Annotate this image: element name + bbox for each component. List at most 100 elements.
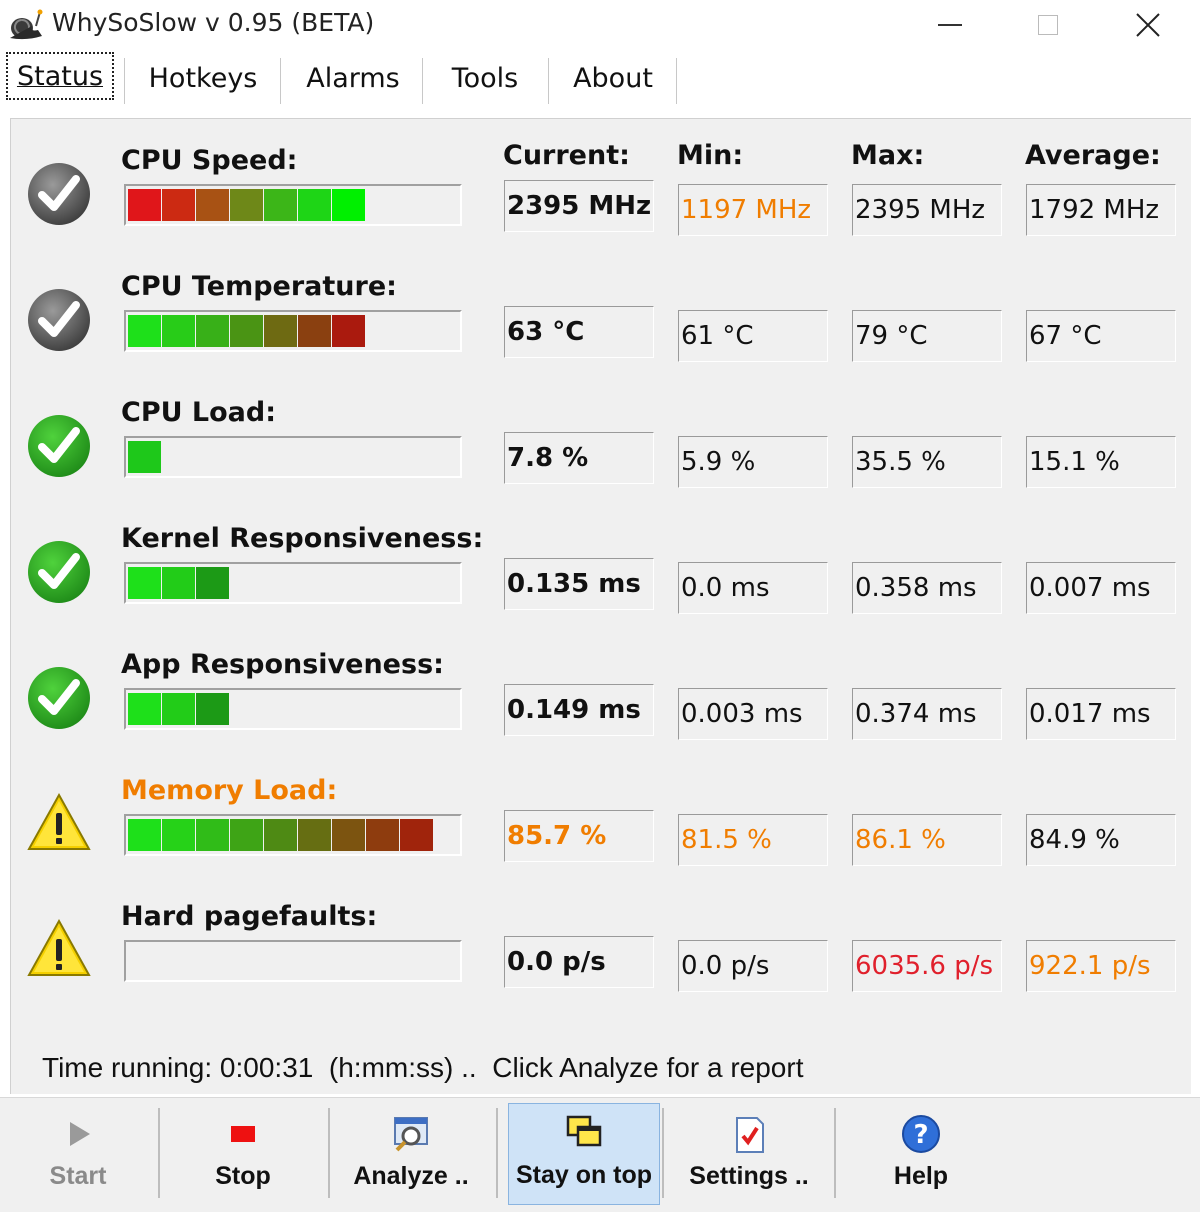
cpu-speed-label: CPU Speed: [121,145,298,176]
cpu-speed-max-value: 2395 MHz [852,184,1002,236]
bar-segment [366,819,399,851]
kernel-responsiveness-label: Kernel Responsiveness: [121,523,484,554]
tab-about[interactable]: About [556,52,670,104]
maximize-button[interactable] [998,0,1098,50]
bar-segment [230,189,263,221]
bar-segment [196,567,229,599]
bar-segment [196,819,229,851]
bar-segment [264,189,297,221]
analyze-icon [394,1117,428,1152]
start-button[interactable]: Start [0,1103,156,1205]
help-button[interactable]: ? Help [836,1103,1006,1205]
bar-segment [162,315,195,347]
warning-icon [26,917,92,983]
bar-segment [332,315,365,347]
cpu-speed-current-value: 2395 MHz [504,180,654,232]
hard-pagefaults-max-value: 6035.6 p/s [852,940,1002,992]
maximize-icon [1038,15,1058,35]
kernel-responsiveness-current-value: 0.135 ms [504,558,654,610]
memory-load-max-value: 86.1 % [852,814,1002,866]
minimize-button[interactable] [900,0,1000,50]
column-header-current: Current: [503,140,630,171]
cpu-speed-min-value: 1197 MHz [678,184,828,236]
bar-segment [128,441,161,473]
bar-segment [298,189,331,221]
play-icon [70,1122,90,1146]
bar-segment [196,315,229,347]
bar-segment [128,819,161,851]
toolbar-button-label: Help [893,1162,949,1190]
svg-text:?: ? [913,1120,928,1150]
memory-load-min-value: 81.5 % [678,814,828,866]
cpu-speed-level-bar [124,184,462,226]
hard-pagefaults-current-value: 0.0 p/s [504,936,654,988]
bar-segment [162,693,195,725]
bar-segment [264,819,297,851]
toolbar-button-label: Start [49,1162,107,1190]
checkmark-icon [26,287,92,353]
toolbar-button-label: Stay on top [515,1161,653,1189]
bar-segment [162,189,195,221]
stay-on-top-icon [566,1115,602,1147]
cpu-temperature-max-value: 79 °C [852,310,1002,362]
memory-load-level-bar [124,814,462,856]
settings-icon [736,1117,764,1153]
tab-tools[interactable]: Tools [430,52,540,104]
memory-load-label: Memory Load: [121,775,338,806]
hard-pagefaults-min-value: 0.0 p/s [678,940,828,992]
app-responsiveness-min-value: 0.003 ms [678,688,828,740]
column-header-average: Average: [1025,140,1161,171]
toolbar-divider [662,1108,664,1198]
toolbar-button-label: Stop [215,1162,271,1190]
checkmark-icon [26,539,92,605]
bar-segment [332,189,365,221]
bar-segment [128,189,161,221]
cpu-speed-average-value: 1792 MHz [1026,184,1176,236]
hard-pagefaults-average-value: 922.1 p/s [1026,940,1176,992]
stay-on-top-button[interactable]: Stay on top [508,1103,660,1205]
tab-hotkeys[interactable]: Hotkeys [132,52,274,104]
bar-segment [298,819,331,851]
checkmark-icon [26,161,92,227]
kernel-responsiveness-level-bar [124,562,462,604]
hard-pagefaults-label: Hard pagefaults: [121,901,378,932]
app-responsiveness-average-value: 0.017 ms [1026,688,1176,740]
memory-load-average-value: 84.9 % [1026,814,1176,866]
app-responsiveness-current-value: 0.149 ms [504,684,654,736]
cpu-temperature-min-value: 61 °C [678,310,828,362]
bar-segment [128,693,161,725]
bar-segment [230,819,263,851]
close-icon [1136,13,1160,37]
column-header-min: Min: [677,140,744,171]
cpu-temperature-average-value: 67 °C [1026,310,1176,362]
cpu-load-max-value: 35.5 % [852,436,1002,488]
status-line: Time running: 0:00:31 (h:mm:ss) .. Click… [42,1052,804,1083]
toolbar-button-label: Analyze .. [353,1162,469,1190]
bar-segment [196,693,229,725]
analyze-button[interactable]: Analyze .. [328,1103,494,1205]
tab-alarms[interactable]: Alarms [290,52,416,104]
stop-button[interactable]: Stop [160,1103,326,1205]
kernel-responsiveness-max-value: 0.358 ms [852,562,1002,614]
cpu-load-current-value: 7.8 % [504,432,654,484]
bar-segment [128,567,161,599]
kernel-responsiveness-average-value: 0.007 ms [1026,562,1176,614]
toolbar-divider [496,1108,498,1198]
settings-button[interactable]: Settings .. [666,1103,832,1205]
hard-pagefaults-level-bar [124,940,462,982]
tab-divider [280,58,281,104]
cpu-load-level-bar [124,436,462,478]
tab-divider [548,58,549,104]
column-header-max: Max: [851,140,925,171]
tab-status[interactable]: Status [6,52,114,100]
kernel-responsiveness-min-value: 0.0 ms [678,562,828,614]
bar-segment [230,315,263,347]
checkmark-icon [26,665,92,731]
bar-segment [298,315,331,347]
cpu-temperature-current-value: 63 °C [504,306,654,358]
bar-segment [196,189,229,221]
cpu-temperature-level-bar [124,310,462,352]
help-icon: ? [902,1115,940,1153]
cpu-temperature-label: CPU Temperature: [121,271,397,302]
close-button[interactable] [1098,0,1198,50]
